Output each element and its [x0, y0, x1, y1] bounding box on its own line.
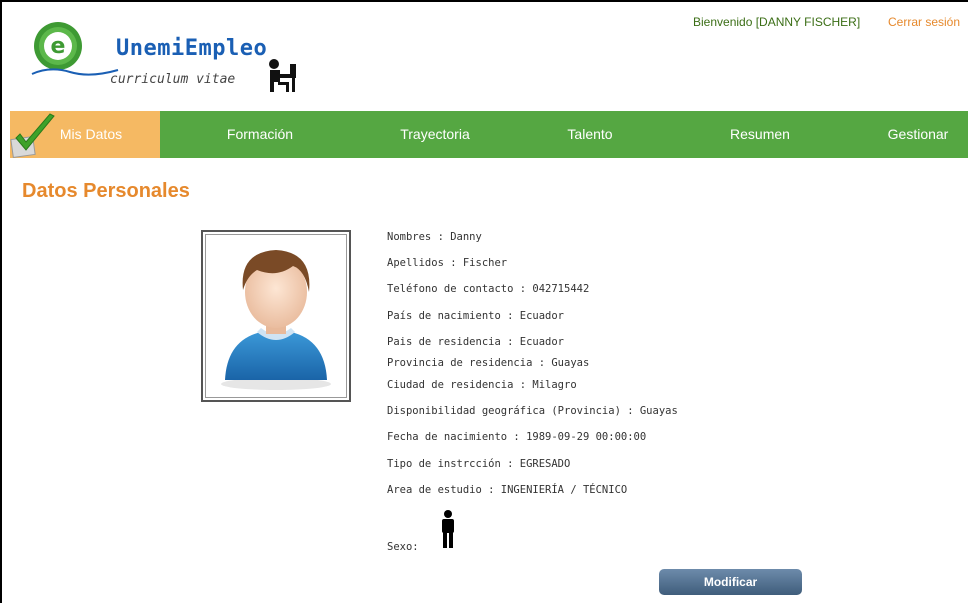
welcome-text: Bienvenido [DANNY FISCHER] [693, 15, 861, 29]
field-disponibilidad: Disponibilidad geográfica (Provincia) : … [387, 405, 678, 417]
modify-button[interactable]: Modificar [659, 569, 802, 595]
male-icon [442, 510, 454, 548]
logo-title: UnemiEmpleo [116, 36, 268, 61]
checkmark-icon [10, 113, 55, 159]
field-pais-nacimiento: País de nacimiento : Ecuador [387, 310, 565, 322]
field-area-estudio: Area de estudio : INGENIERÍA / TÉCNICO [387, 484, 628, 496]
nav-trayectoria[interactable]: Trayectoria [370, 111, 500, 158]
field-ciudad-residencia: Ciudad de residencia : Milagro [387, 379, 577, 391]
nav-resumen[interactable]: Resumen [710, 111, 810, 158]
field-provincia-residencia: Provincia de residencia : Guayas [387, 357, 590, 369]
logo: e UnemiEmpleo curriculum vitae [30, 20, 320, 110]
field-fecha-nacimiento: Fecha de nacimiento : 1989-09-29 00:00:0… [387, 431, 647, 443]
svg-text:e: e [51, 34, 66, 59]
field-telefono: Teléfono de contacto : 042715442 [387, 283, 590, 295]
profile-photo [201, 230, 351, 402]
logout-link[interactable]: Cerrar sesión [888, 15, 960, 29]
field-apellidos: Apellidos : Fischer [387, 257, 508, 269]
worker-at-desk-icon [269, 59, 296, 92]
nav-formacion[interactable]: Formación [200, 111, 320, 158]
main-nav: Mis Datos Formación Trayectoria Talento … [10, 111, 968, 158]
user-avatar-icon [221, 250, 331, 390]
nav-talento[interactable]: Talento [550, 111, 630, 158]
nav-gestionar[interactable]: Gestionar [868, 111, 968, 158]
field-pais-residencia: Pais de residencia : Ecuador [387, 336, 565, 348]
logo-emblem-icon: e [31, 22, 119, 76]
logo-subtitle: curriculum vitae [110, 72, 236, 87]
field-sexo-label: Sexo: [387, 541, 419, 553]
field-tipo-instruccion: Tipo de instrcción : EGRESADO [387, 458, 571, 470]
field-nombres: Nombres : Danny [387, 231, 482, 243]
section-title: Datos Personales [22, 180, 190, 202]
